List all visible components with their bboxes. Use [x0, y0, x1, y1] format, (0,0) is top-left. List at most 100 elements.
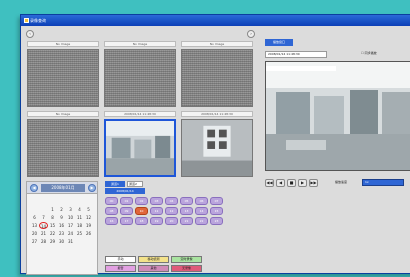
calendar-day[interactable]: 12: [84, 214, 93, 221]
camera-screen: [104, 119, 176, 177]
channel-tab-1[interactable]: 通道1: [105, 181, 125, 187]
back-icon[interactable]: ‹: [26, 30, 34, 38]
camera-tile[interactable]: No Image: [104, 41, 176, 111]
hour-button[interactable]: 02: [135, 197, 148, 205]
tab-playback[interactable]: 播放窗口: [265, 39, 293, 46]
camera-tile[interactable]: 2008/01/14 11:48:30: [181, 111, 253, 181]
hour-button[interactable]: 11: [150, 207, 163, 215]
hour-button[interactable]: 03: [150, 197, 163, 205]
legend-manual: 手动: [105, 256, 136, 263]
camera-tile[interactable]: No Image: [27, 111, 99, 181]
hour-button[interactable]: 04: [165, 197, 178, 205]
calendar-day[interactable]: 15: [48, 222, 57, 229]
speed-label: 播放速度: [335, 180, 348, 184]
calendar-day[interactable]: 5: [84, 206, 93, 213]
speed-select[interactable]: 1x: [362, 179, 404, 186]
calendar-title: 2008年01月: [41, 184, 85, 192]
calendar-day[interactable]: 10: [66, 214, 75, 221]
sync-checkbox[interactable]: ☐ 同步播放: [361, 51, 377, 55]
hour-button[interactable]: 05: [180, 197, 193, 205]
hour-button[interactable]: 06: [195, 197, 208, 205]
calendar-day[interactable]: 24: [66, 230, 75, 237]
rewind-button[interactable]: ◀◀: [265, 179, 274, 187]
app-window: 录像查询 ‹ › No Image No Image No Image No I…: [20, 14, 410, 275]
hour-button[interactable]: 15: [210, 207, 223, 215]
hour-button[interactable]: 21: [180, 217, 193, 225]
calendar-day[interactable]: 17: [66, 222, 75, 229]
stop-button[interactable]: ■: [287, 179, 296, 187]
hour-button[interactable]: 12: [165, 207, 178, 215]
camera-screen: [27, 49, 99, 107]
calendar-day[interactable]: 18: [75, 222, 84, 229]
calendar-day[interactable]: 6: [30, 214, 39, 221]
camera-caption: No Image: [104, 41, 176, 47]
title-bar: 录像查询: [21, 15, 410, 26]
calendar-day[interactable]: 23: [57, 230, 66, 237]
calendar-day[interactable]: 8: [48, 214, 57, 221]
record-legend: 手动 移动侦测 定时录像 报警 其他 无录像: [105, 256, 205, 274]
hour-button[interactable]: 00: [105, 197, 118, 205]
camera-screen: [181, 49, 253, 107]
hour-button[interactable]: 10: [135, 207, 148, 215]
calendar-day[interactable]: 25: [75, 230, 84, 237]
hour-button[interactable]: 23: [210, 217, 223, 225]
camera-tile[interactable]: 2008/01/14 11:48:30: [104, 111, 176, 181]
legend-other: 其他: [138, 265, 169, 272]
timestamp-field[interactable]: 2008/01/14 11:48:30: [265, 51, 327, 58]
calendar-day[interactable]: 9: [57, 214, 66, 221]
playback-controls: ◀◀ ◀ ■ ▶ ▶▶ 播放速度 1x: [265, 179, 410, 187]
hour-button[interactable]: 19: [150, 217, 163, 225]
step-back-button[interactable]: ◀: [276, 179, 285, 187]
hour-button[interactable]: 18: [135, 217, 148, 225]
calendar-day[interactable]: 13: [30, 222, 39, 229]
calendar-day[interactable]: 20: [30, 230, 39, 237]
camera-tile[interactable]: No Image: [181, 41, 253, 111]
camera-screen: [181, 119, 253, 177]
fast-forward-button[interactable]: ▶▶: [309, 179, 318, 187]
channel-tab-2[interactable]: 通道2: [127, 181, 143, 187]
calendar-day[interactable]: 4: [75, 206, 84, 213]
calendar-day[interactable]: 27: [30, 238, 39, 245]
hour-button[interactable]: 16: [105, 217, 118, 225]
calendar-day[interactable]: 26: [84, 230, 93, 237]
calendar-day[interactable]: 2: [57, 206, 66, 213]
calendar-day[interactable]: 1: [48, 206, 57, 213]
main-video-view: [265, 61, 410, 171]
hour-button[interactable]: 09: [120, 207, 133, 215]
forward-icon[interactable]: ›: [247, 30, 255, 38]
channel-selector: 通道1 通道2 2008/01/14: [105, 181, 185, 195]
calendar-day[interactable]: 31: [66, 238, 75, 245]
app-icon: [24, 18, 29, 23]
camera-tile[interactable]: No Image: [27, 41, 99, 111]
next-month-button[interactable]: ▶: [88, 184, 96, 192]
calendar-day[interactable]: 11: [75, 214, 84, 221]
hour-button[interactable]: 13: [180, 207, 193, 215]
calendar-day[interactable]: 3: [66, 206, 75, 213]
sync-checkbox-label: 同步播放: [364, 51, 377, 55]
hour-button[interactable]: 14: [195, 207, 208, 215]
date-field[interactable]: 2008/01/14: [105, 188, 145, 194]
legend-motion: 移动侦测: [138, 256, 169, 263]
hour-button[interactable]: 07: [210, 197, 223, 205]
hour-button[interactable]: 20: [165, 217, 178, 225]
hour-button[interactable]: 17: [120, 217, 133, 225]
calendar-day[interactable]: 30: [57, 238, 66, 245]
hour-button[interactable]: 01: [120, 197, 133, 205]
hour-button[interactable]: 22: [195, 217, 208, 225]
hour-button[interactable]: 08: [105, 207, 118, 215]
calendar-day[interactable]: 14: [39, 222, 48, 229]
calendar-day[interactable]: 19: [84, 222, 93, 229]
calendar: ◀ 2008年01月 ▶ 1 2 3 4 5 6 7 8 9 10 11 12 13 14 15 16 17 18…: [26, 181, 98, 275]
calendar-day[interactable]: 28: [39, 238, 48, 245]
play-button[interactable]: ▶: [298, 179, 307, 187]
legend-schedule: 定时录像: [171, 256, 202, 263]
calendar-day[interactable]: 7: [39, 214, 48, 221]
calendar-day[interactable]: 16: [57, 222, 66, 229]
prev-month-button[interactable]: ◀: [30, 184, 38, 192]
calendar-day[interactable]: 29: [48, 238, 57, 245]
calendar-day[interactable]: 22: [48, 230, 57, 237]
camera-screen: [104, 49, 176, 107]
window-title: 录像查询: [30, 18, 46, 23]
calendar-day[interactable]: 21: [39, 230, 48, 237]
legend-alarm: 报警: [105, 265, 136, 272]
